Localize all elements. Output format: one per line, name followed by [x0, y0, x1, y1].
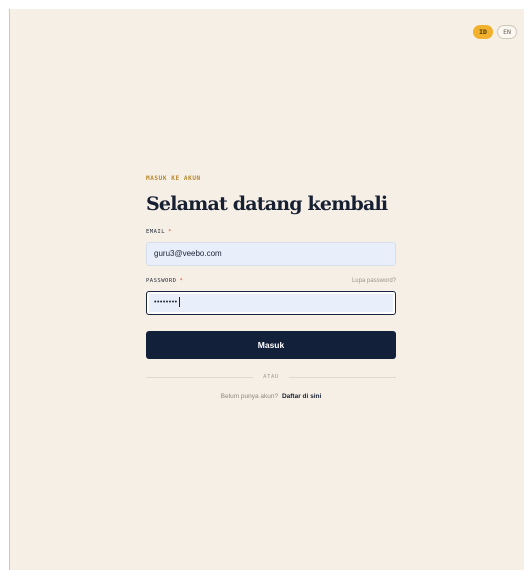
signup-prompt: Belum punya akun?: [220, 393, 279, 400]
text-caret: [178, 297, 180, 308]
or-divider: ATAU: [146, 373, 396, 381]
password-label-row: PASSWORD * Lupa password?: [146, 277, 396, 285]
password-label: PASSWORD *: [146, 278, 183, 284]
required-marker: *: [179, 278, 184, 284]
signup-prompt-row: Belum punya akun? Daftar di sini: [146, 393, 396, 400]
login-form: MASUK KE AKUN Selamat datang kembali EMA…: [146, 175, 396, 400]
login-button[interactable]: Masuk: [146, 331, 396, 359]
signup-link[interactable]: Daftar di sini: [282, 393, 321, 400]
lang-en-button[interactable]: EN: [497, 25, 517, 39]
divider-line-left: [146, 376, 254, 378]
page-title: Selamat datang kembali: [146, 193, 388, 215]
required-marker: *: [168, 229, 172, 235]
forgot-password-link[interactable]: Lupa password?: [352, 278, 396, 284]
login-page: ID EN MASUK KE AKUN Selamat datang kemba…: [9, 9, 524, 570]
email-label-text: EMAIL: [146, 229, 166, 235]
divider-line-right: [288, 376, 396, 378]
divider-text: ATAU: [263, 374, 279, 380]
email-field[interactable]: guru3@veebo.com: [146, 242, 396, 266]
password-field[interactable]: ••••••••: [146, 291, 396, 315]
password-label-text: PASSWORD: [146, 278, 177, 284]
lang-id-button[interactable]: ID: [473, 25, 493, 39]
language-switcher: ID EN: [473, 25, 517, 39]
form-eyebrow: MASUK KE AKUN: [146, 175, 201, 182]
email-label: EMAIL *: [146, 229, 172, 235]
password-value: ••••••••: [154, 299, 178, 306]
email-label-row: EMAIL *: [146, 228, 396, 236]
